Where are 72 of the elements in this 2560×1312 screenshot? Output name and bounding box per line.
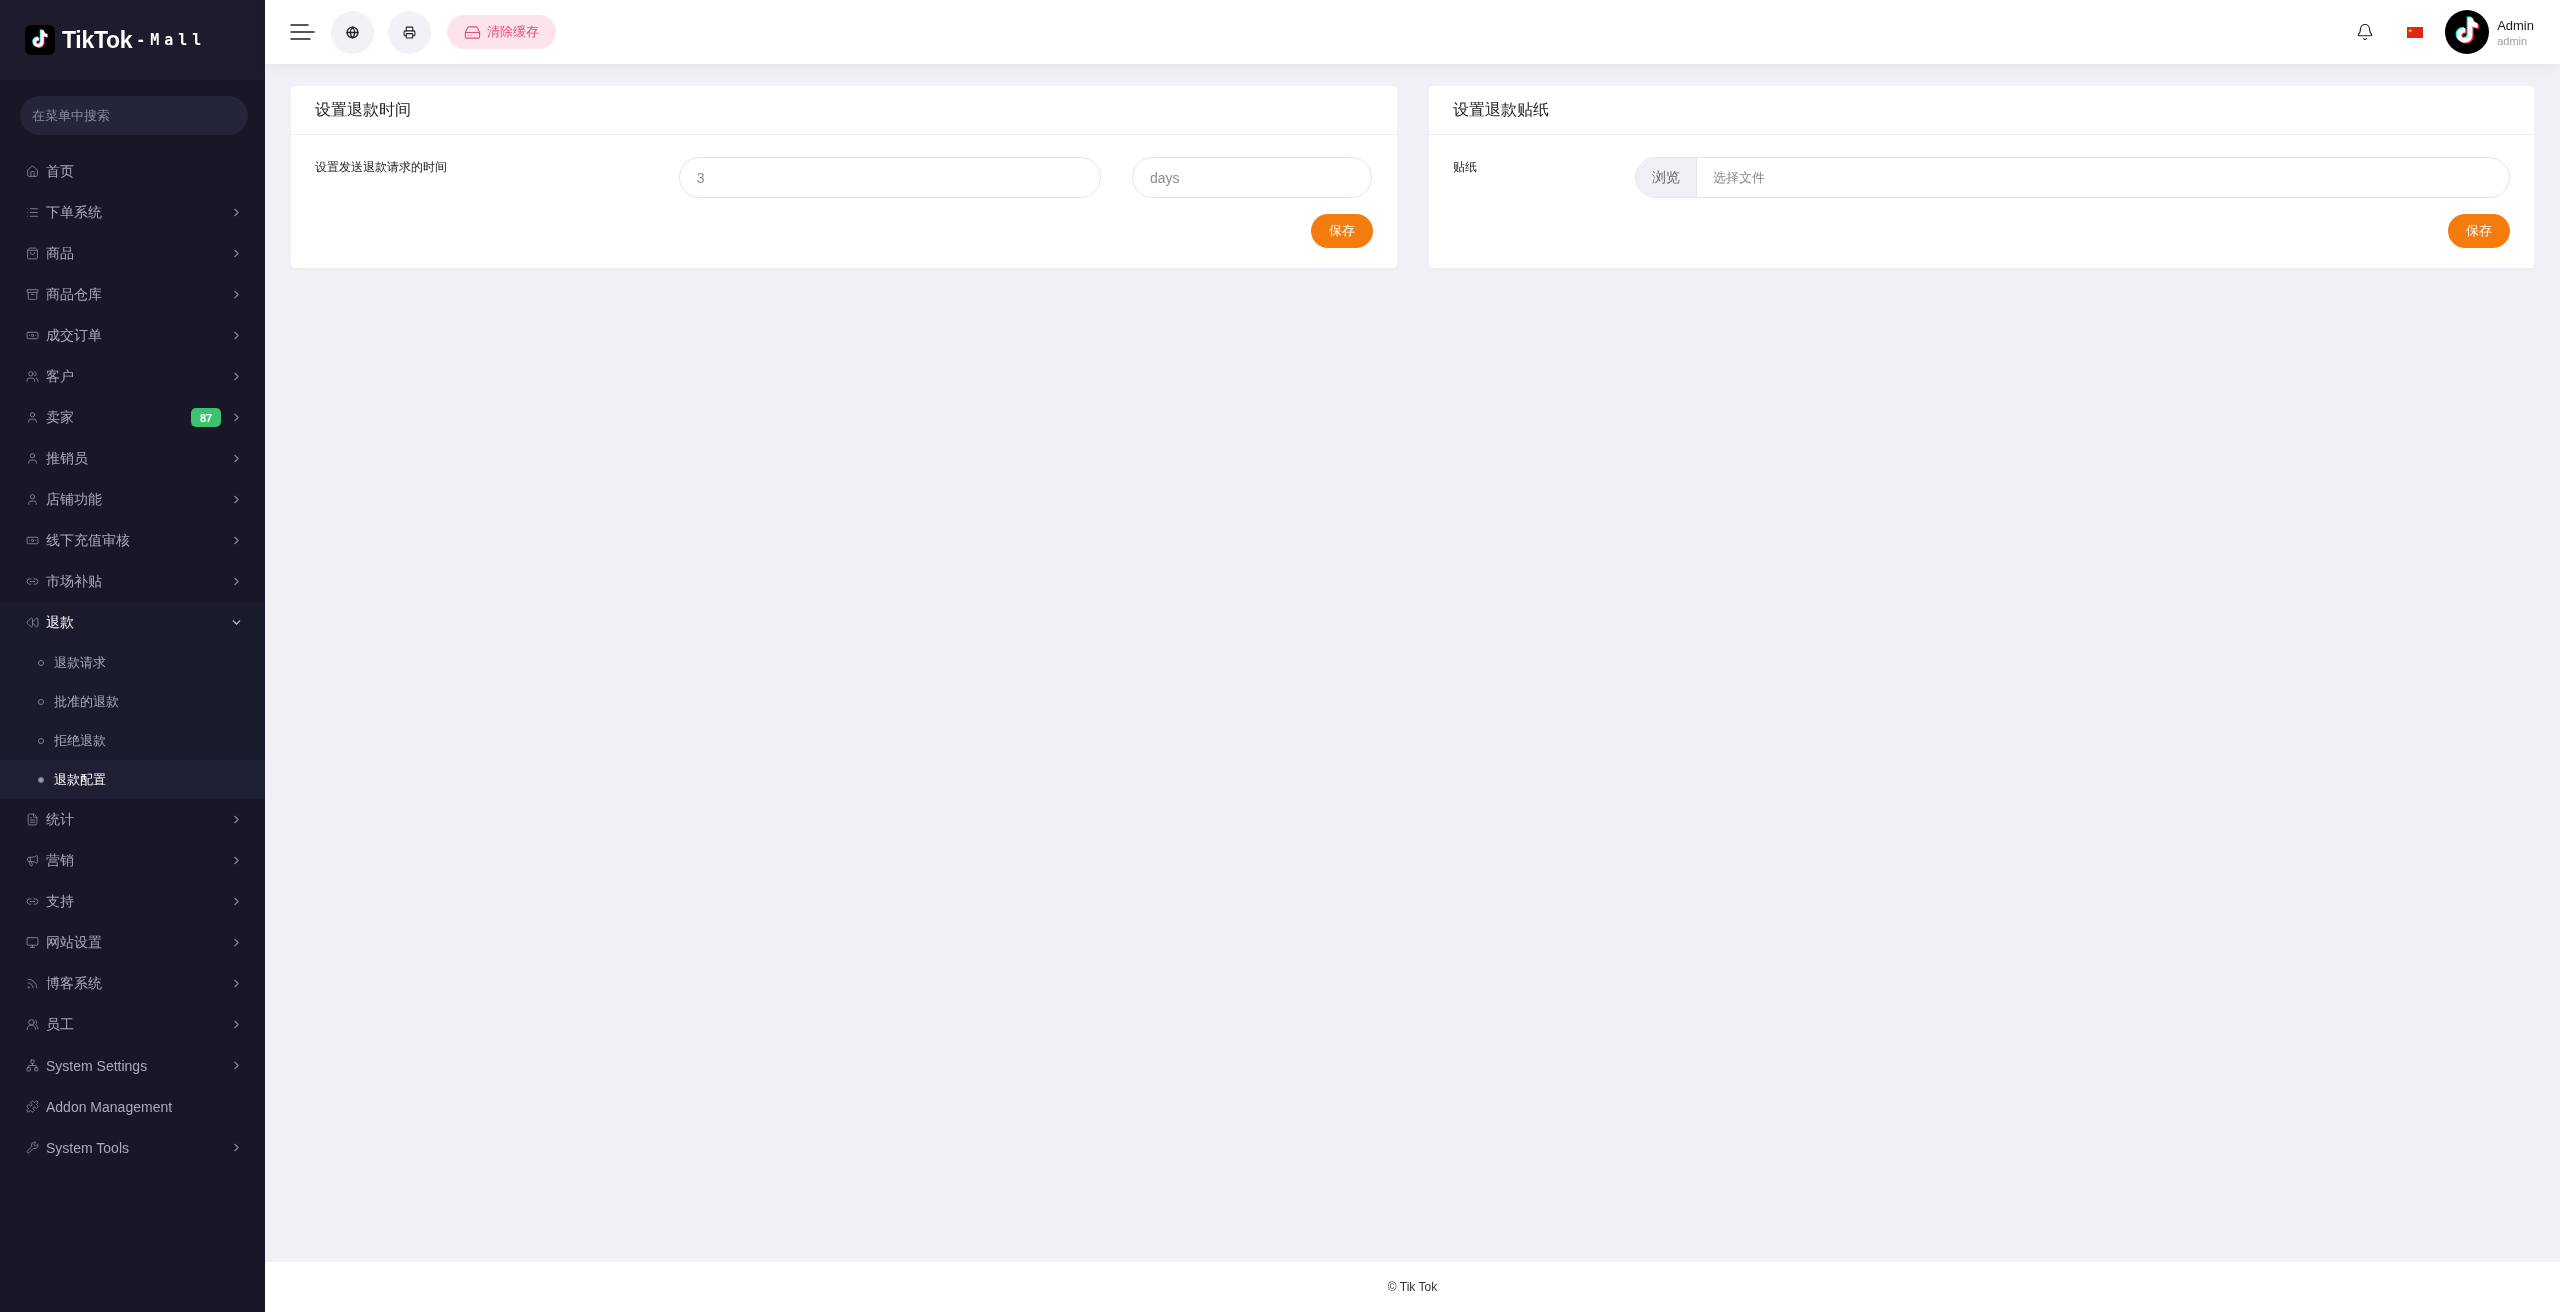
- users-icon: [26, 1018, 39, 1031]
- puzzle-icon: [26, 1100, 39, 1113]
- menu-item[interactable]: Addon Management: [0, 1086, 265, 1127]
- submenu-item[interactable]: 批准的退款: [0, 682, 265, 721]
- card-title: 设置退款时间: [315, 99, 411, 120]
- user-icon: [26, 452, 39, 465]
- menu-item[interactable]: 统计: [0, 799, 265, 840]
- link-icon: [26, 895, 39, 908]
- archive-icon: [26, 288, 39, 301]
- menu-item[interactable]: 员工: [0, 1004, 265, 1045]
- submenu-item[interactable]: 拒绝退款: [0, 721, 265, 760]
- printer-icon: [403, 25, 416, 39]
- document-icon: [26, 813, 39, 826]
- logo-suffix: -Mall: [136, 31, 207, 49]
- hard-drive-icon: [464, 23, 481, 41]
- home-icon: [26, 165, 39, 178]
- user-icon: [26, 493, 39, 506]
- card-title: 设置退款贴纸: [1452, 99, 1549, 120]
- globe-icon: [346, 25, 359, 39]
- user-icon: [26, 411, 39, 424]
- menu-item[interactable]: 推销员: [0, 438, 265, 479]
- menu-item[interactable]: 商品: [0, 233, 265, 274]
- menu-icon: [290, 23, 315, 41]
- field-label: 贴纸: [1452, 159, 1478, 176]
- menu-item[interactable]: 网站设置: [0, 922, 265, 963]
- dot-icon: [38, 776, 44, 783]
- user-role: admin: [2497, 34, 2529, 47]
- logo-icon: [25, 25, 55, 55]
- menu-item[interactable]: System Tools: [0, 1127, 265, 1168]
- menu-item[interactable]: 营销: [0, 840, 265, 881]
- menu-item[interactable]: 客户: [0, 356, 265, 397]
- menu-item[interactable]: 博客系统: [0, 963, 265, 1004]
- input-field[interactable]: days: [1131, 157, 1373, 198]
- menu-button[interactable]: [290, 23, 315, 41]
- list-icon: [26, 206, 39, 219]
- copyright-text: © Tik Tok: [1387, 1280, 1438, 1294]
- submenu-item[interactable]: 退款配置: [0, 760, 265, 799]
- avatar-icon[interactable]: [2445, 10, 2490, 54]
- file-field[interactable]: 浏览 选择文件: [1634, 157, 2510, 198]
- shopping-bag-icon: [26, 247, 39, 260]
- rewind-icon: [26, 616, 39, 629]
- menu-item[interactable]: 成交订单: [0, 315, 265, 356]
- rss-icon: [26, 977, 39, 990]
- network-icon: [26, 1059, 39, 1072]
- menu-item[interactable]: 市场补贴: [0, 561, 265, 602]
- user-name: Admin: [2497, 17, 2534, 33]
- flag-icon[interactable]: [2407, 26, 2424, 38]
- menu-item[interactable]: 下单系统: [0, 192, 265, 233]
- count-badge: 87: [191, 408, 221, 427]
- menu-item[interactable]: 卖家 87: [0, 397, 265, 438]
- banknote-icon: [26, 534, 39, 547]
- menu-item[interactable]: 退款: [0, 602, 265, 643]
- search-field[interactable]: 在菜单中搜索: [20, 96, 248, 135]
- browse-button[interactable]: 浏览: [1635, 158, 1697, 197]
- link-icon: [26, 575, 39, 588]
- menu-item[interactable]: System Settings: [0, 1045, 265, 1086]
- menu-item[interactable]: 首页: [0, 151, 265, 192]
- menu-item[interactable]: 支持: [0, 881, 265, 922]
- bell-icon[interactable]: [2356, 23, 2375, 41]
- banknote-icon: [26, 329, 39, 342]
- submenu-item[interactable]: 退款请求: [0, 643, 265, 682]
- wrench-icon: [26, 1141, 39, 1154]
- users-icon: [26, 370, 39, 383]
- field-label: 设置发送退款请求的时间: [315, 159, 448, 176]
- menu-item[interactable]: 商品仓库: [0, 274, 265, 315]
- megaphone-icon: [26, 854, 39, 867]
- monitor-icon: [26, 936, 39, 949]
- logo-title: TikTok: [62, 26, 133, 54]
- menu-item[interactable]: 店铺功能: [0, 479, 265, 520]
- globe-button[interactable]: [331, 10, 374, 54]
- menu-item[interactable]: 线下充值审核: [0, 520, 265, 561]
- print-button[interactable]: [388, 10, 431, 54]
